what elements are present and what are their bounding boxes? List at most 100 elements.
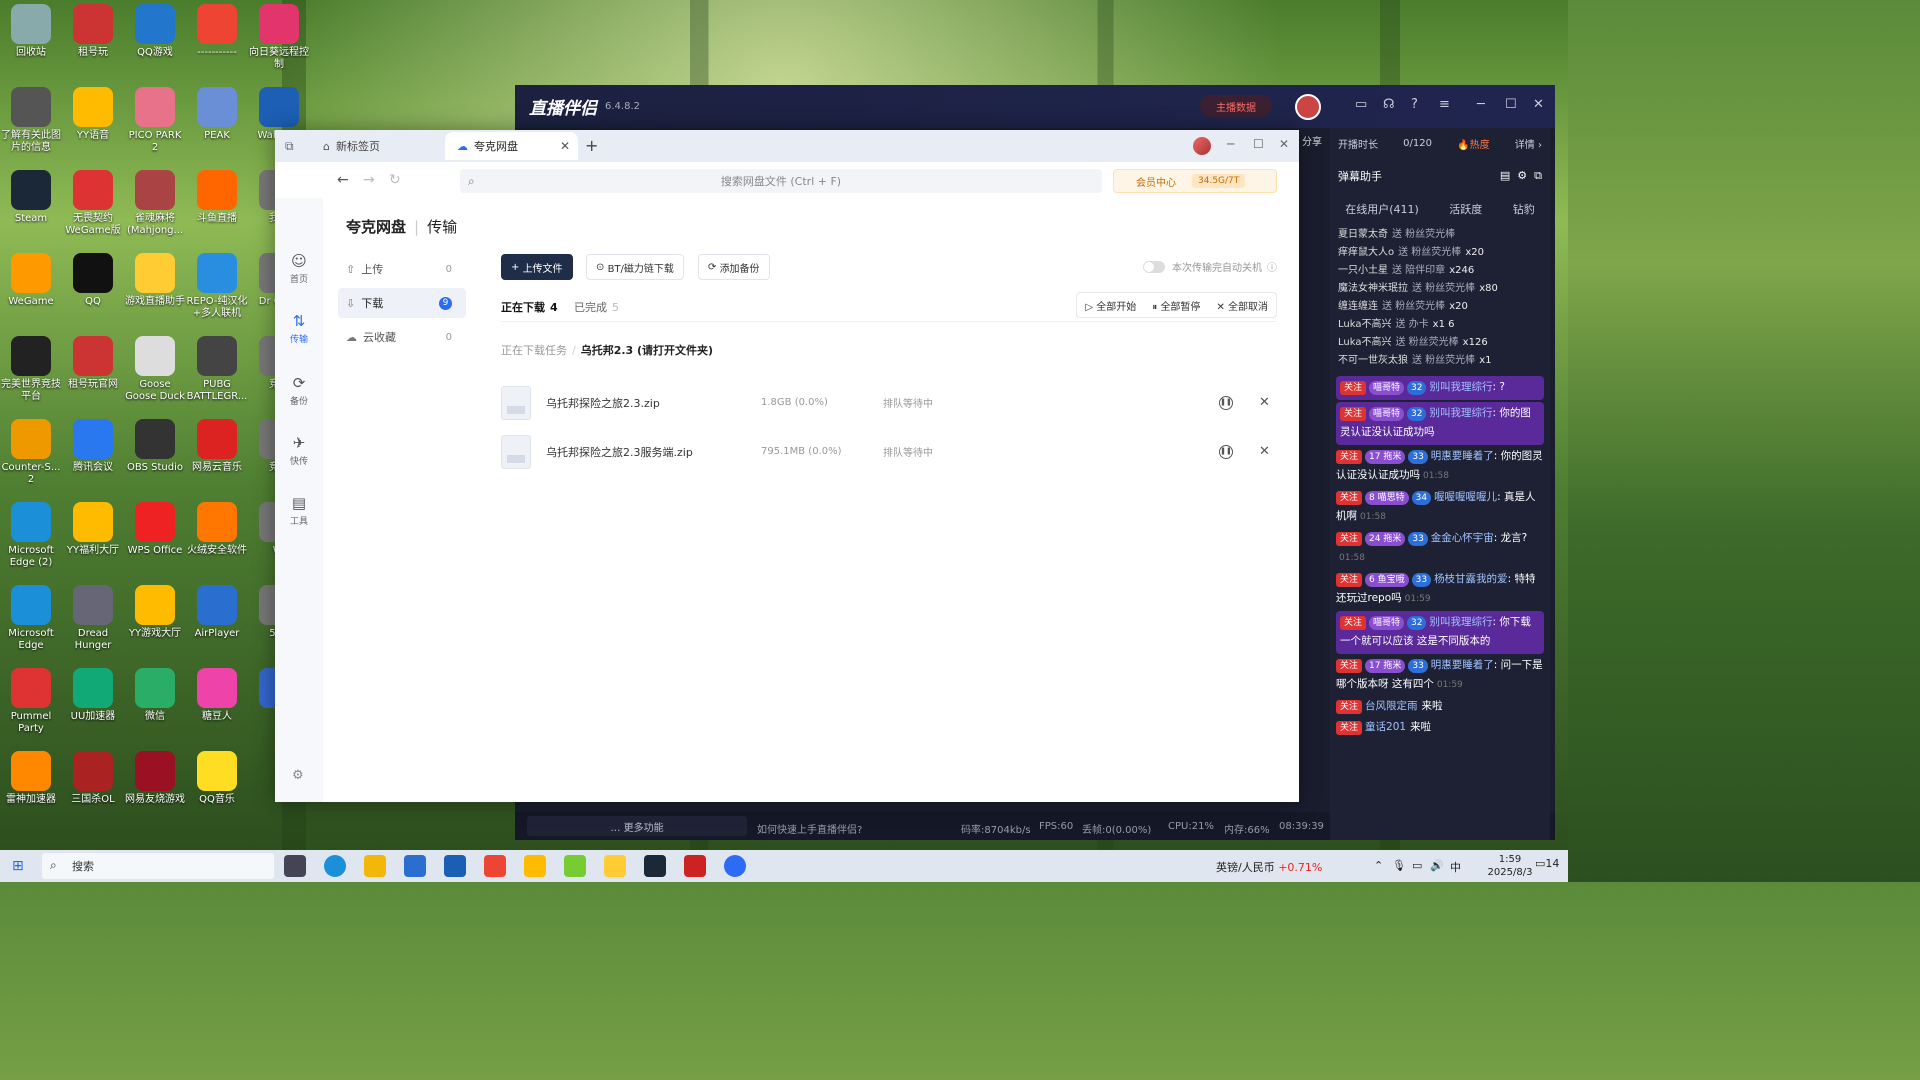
desktop-icon[interactable]: WPS Office (124, 502, 186, 557)
vip-center-button[interactable]: 会员中心 34.5G/7T (1113, 169, 1277, 193)
desktop-icon[interactable]: 网易云音乐 (186, 419, 248, 474)
steam-icon[interactable] (644, 855, 666, 877)
volume-icon[interactable]: 🔊 (1430, 859, 1444, 872)
chat-tab[interactable]: 钻豹 (1513, 201, 1535, 217)
follow-tag[interactable]: 关注 (1336, 450, 1363, 464)
desktop-icon[interactable]: 雀魂麻将(Mahjong... (124, 170, 186, 237)
gear-icon[interactable]: ⚙ (1517, 169, 1527, 182)
table-row[interactable]: 乌托邦探险之旅2.3服务端.zip 795.1MB (0.0%) 排队等待中 ❚… (501, 427, 1277, 476)
desktop-icon[interactable]: ----------- (186, 4, 248, 59)
pause-all-button[interactable]: ⏸ 全部暂停 (1144, 298, 1208, 313)
message-icon[interactable]: ▭ (1355, 97, 1367, 112)
follow-tag[interactable]: 关注 (1336, 491, 1363, 505)
close-icon[interactable]: ✕ (560, 139, 570, 153)
avatar[interactable] (1193, 137, 1211, 155)
breadcrumb-root[interactable]: 正在下载任务 (501, 344, 567, 357)
close-icon[interactable]: ✕ (1279, 137, 1289, 151)
chat-user[interactable]: 喔喔喔喔喔儿 (1434, 491, 1497, 503)
follow-tag[interactable]: 关注 (1336, 721, 1363, 735)
details-link[interactable]: 详情 › (1515, 136, 1542, 151)
follow-tag[interactable]: 关注 (1336, 700, 1363, 714)
desktop-icon[interactable]: YY语音 (62, 87, 124, 142)
store-icon[interactable] (404, 855, 426, 877)
desktop-icon[interactable]: 回收站 (0, 4, 62, 59)
desktop-icon[interactable]: OBS Studio (124, 419, 186, 474)
desktop-icon[interactable]: PEAK (186, 87, 248, 142)
desktop-icon[interactable]: 微信 (124, 668, 186, 723)
desktop-icon[interactable]: 腾讯会议 (62, 419, 124, 474)
desktop-icon[interactable]: WeGame (0, 253, 62, 308)
pause-icon[interactable]: ❚❚ (1219, 395, 1233, 410)
currency-widget[interactable]: 英镑/人民币 +0.71% (1216, 859, 1322, 875)
headset-icon[interactable]: ☊ (1383, 97, 1395, 112)
rail-item[interactable]: ▤ 工具 (275, 494, 323, 527)
pause-icon[interactable]: ❚❚ (1219, 444, 1233, 459)
chat-user[interactable]: 别叫我理综行 (1429, 407, 1492, 419)
browser-icon[interactable] (724, 855, 746, 877)
desktop-icon[interactable]: 火绒安全软件 (186, 502, 248, 557)
tab-completed[interactable]: 已完成 5 (574, 299, 619, 315)
desktop-icon[interactable]: QQ (62, 253, 124, 308)
follow-tag[interactable]: 关注 (1340, 616, 1367, 630)
desktop-icon[interactable]: YY福利大厅 (62, 502, 124, 557)
app-icon[interactable] (484, 855, 506, 877)
desktop-icon[interactable]: Microsoft Edge (2) (0, 502, 62, 569)
desktop-icon[interactable]: 斗鱼直播 (186, 170, 248, 225)
close-icon[interactable]: ✕ (1533, 97, 1544, 112)
desktop-icon[interactable]: 雷神加速器 (0, 751, 62, 806)
follow-tag[interactable]: 关注 (1340, 407, 1367, 421)
desktop-icon[interactable]: Pummel Party (0, 668, 62, 735)
rail-item[interactable]: ☺ 首页 (275, 252, 323, 285)
help-link[interactable]: 如何快速上手直播伴侣? (757, 821, 862, 836)
enter-user[interactable]: 童话201 (1365, 721, 1406, 733)
desktop-icon[interactable]: 向日葵远程控制 (248, 4, 310, 71)
search-input[interactable]: ⌕ 搜索网盘文件 (Ctrl + F) (460, 169, 1102, 193)
doc-icon[interactable]: ▤ (1500, 169, 1510, 182)
cancel-icon[interactable]: ✕ (1259, 395, 1270, 410)
avatar[interactable] (1295, 94, 1321, 120)
desktop-icon[interactable]: Dread Hunger (62, 585, 124, 652)
share-label[interactable]: 分享 (1302, 133, 1322, 148)
desktop-icon[interactable]: 了解有关此图片的信息 (0, 87, 62, 154)
desktop-icon[interactable]: PUBG BATTLEGR... (186, 336, 248, 403)
subnav-item-download[interactable]: ⇩ 下载 9 (338, 288, 466, 318)
desktop-icon[interactable]: 三国杀OL (62, 751, 124, 806)
desktop-icon[interactable]: Microsoft Edge (0, 585, 62, 652)
chat-user[interactable]: 明惠要睡着了 (1431, 450, 1494, 462)
follow-tag[interactable]: 关注 (1336, 573, 1363, 587)
help-icon[interactable]: ? (1411, 97, 1418, 112)
minimize-icon[interactable]: ─ (1227, 137, 1234, 151)
chat-user[interactable]: 杨枝甘露我的爱 (1434, 573, 1508, 585)
desktop-icon[interactable]: 游戏直播助手 (124, 253, 186, 308)
notification-icon[interactable]: ▭14 (1535, 857, 1559, 870)
chat-tab[interactable]: 在线用户(411) (1345, 201, 1419, 217)
desktop-icon[interactable]: Counter-S... 2 (0, 419, 62, 486)
auto-shutdown-toggle[interactable]: 本次传输完自动关机 ⓘ (1143, 259, 1277, 274)
more-features-button[interactable]: … 更多功能 (527, 816, 747, 836)
clock[interactable]: 1:59 2025/8/3 (1480, 853, 1540, 879)
follow-tag[interactable]: 关注 (1336, 532, 1363, 546)
desktop-icon[interactable]: QQ游戏 (124, 4, 186, 59)
minimize-icon[interactable]: ─ (1477, 97, 1485, 112)
menu-icon[interactable]: ≡ (1439, 97, 1450, 112)
file-explorer-icon[interactable] (364, 855, 386, 877)
refresh-icon[interactable]: ↻ (389, 172, 401, 188)
desktop-icon[interactable]: 租号玩官网 (62, 336, 124, 391)
chat-user[interactable]: 别叫我理综行 (1429, 616, 1492, 628)
info-icon[interactable]: ⓘ (1267, 259, 1277, 274)
desktop-icon[interactable]: QQ音乐 (186, 751, 248, 806)
desktop-icon[interactable]: YY游戏大厅 (124, 585, 186, 640)
rail-item[interactable]: ⇅ 传输 (275, 312, 323, 345)
sidebar-toggle-icon[interactable]: ⧉ (285, 139, 299, 153)
chat-user[interactable]: 金金心怀宇宙 (1431, 532, 1494, 544)
desktop-icon[interactable]: UU加速器 (62, 668, 124, 723)
upload-file-button[interactable]: + 上传文件 (501, 254, 573, 280)
outlook-icon[interactable] (444, 855, 466, 877)
task-view-icon[interactable] (284, 855, 306, 877)
ime-indicator[interactable]: 中 (1450, 859, 1461, 875)
rail-item[interactable]: ⟳ 备份 (275, 374, 323, 407)
desktop-icon[interactable]: Steam (0, 170, 62, 225)
tab-downloading[interactable]: 正在下载 4 (501, 299, 558, 315)
bt-magnet-download-button[interactable]: ⊙ BT/磁力链下载 (586, 254, 684, 280)
yy-icon[interactable] (524, 855, 546, 877)
